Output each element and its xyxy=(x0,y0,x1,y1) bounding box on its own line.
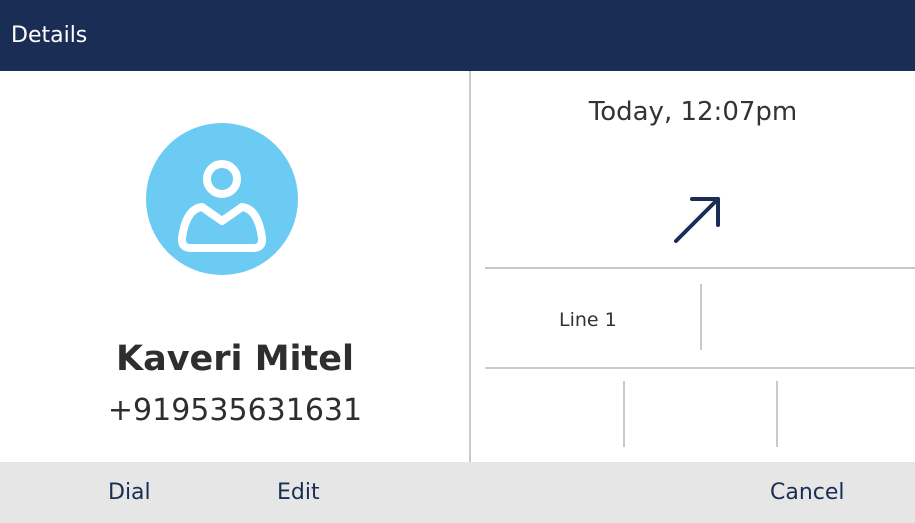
cell-divider xyxy=(776,381,778,447)
cell-divider xyxy=(700,284,702,350)
contact-number: +919535631631 xyxy=(107,393,363,428)
contact-panel: Kaveri Mitel +919535631631 xyxy=(0,71,470,462)
cancel-button[interactable]: Cancel xyxy=(770,480,845,505)
avatar xyxy=(146,123,298,275)
divider xyxy=(485,367,915,369)
title-bar: Details xyxy=(0,0,915,71)
softkey-bar: Dial Edit Cancel xyxy=(0,462,915,523)
outgoing-arrow-icon xyxy=(674,197,720,243)
cell-divider xyxy=(623,381,625,447)
call-detail-panel: Today, 12:07pm Line 1 xyxy=(471,71,915,462)
edit-button[interactable]: Edit xyxy=(277,480,320,505)
line-label: Line 1 xyxy=(559,309,617,331)
call-timestamp: Today, 12:07pm xyxy=(588,97,798,127)
page-title: Details xyxy=(11,23,88,48)
contact-name: Kaveri Mitel xyxy=(115,339,355,379)
dial-button[interactable]: Dial xyxy=(108,480,151,505)
divider xyxy=(485,267,915,269)
person-icon xyxy=(177,160,267,252)
